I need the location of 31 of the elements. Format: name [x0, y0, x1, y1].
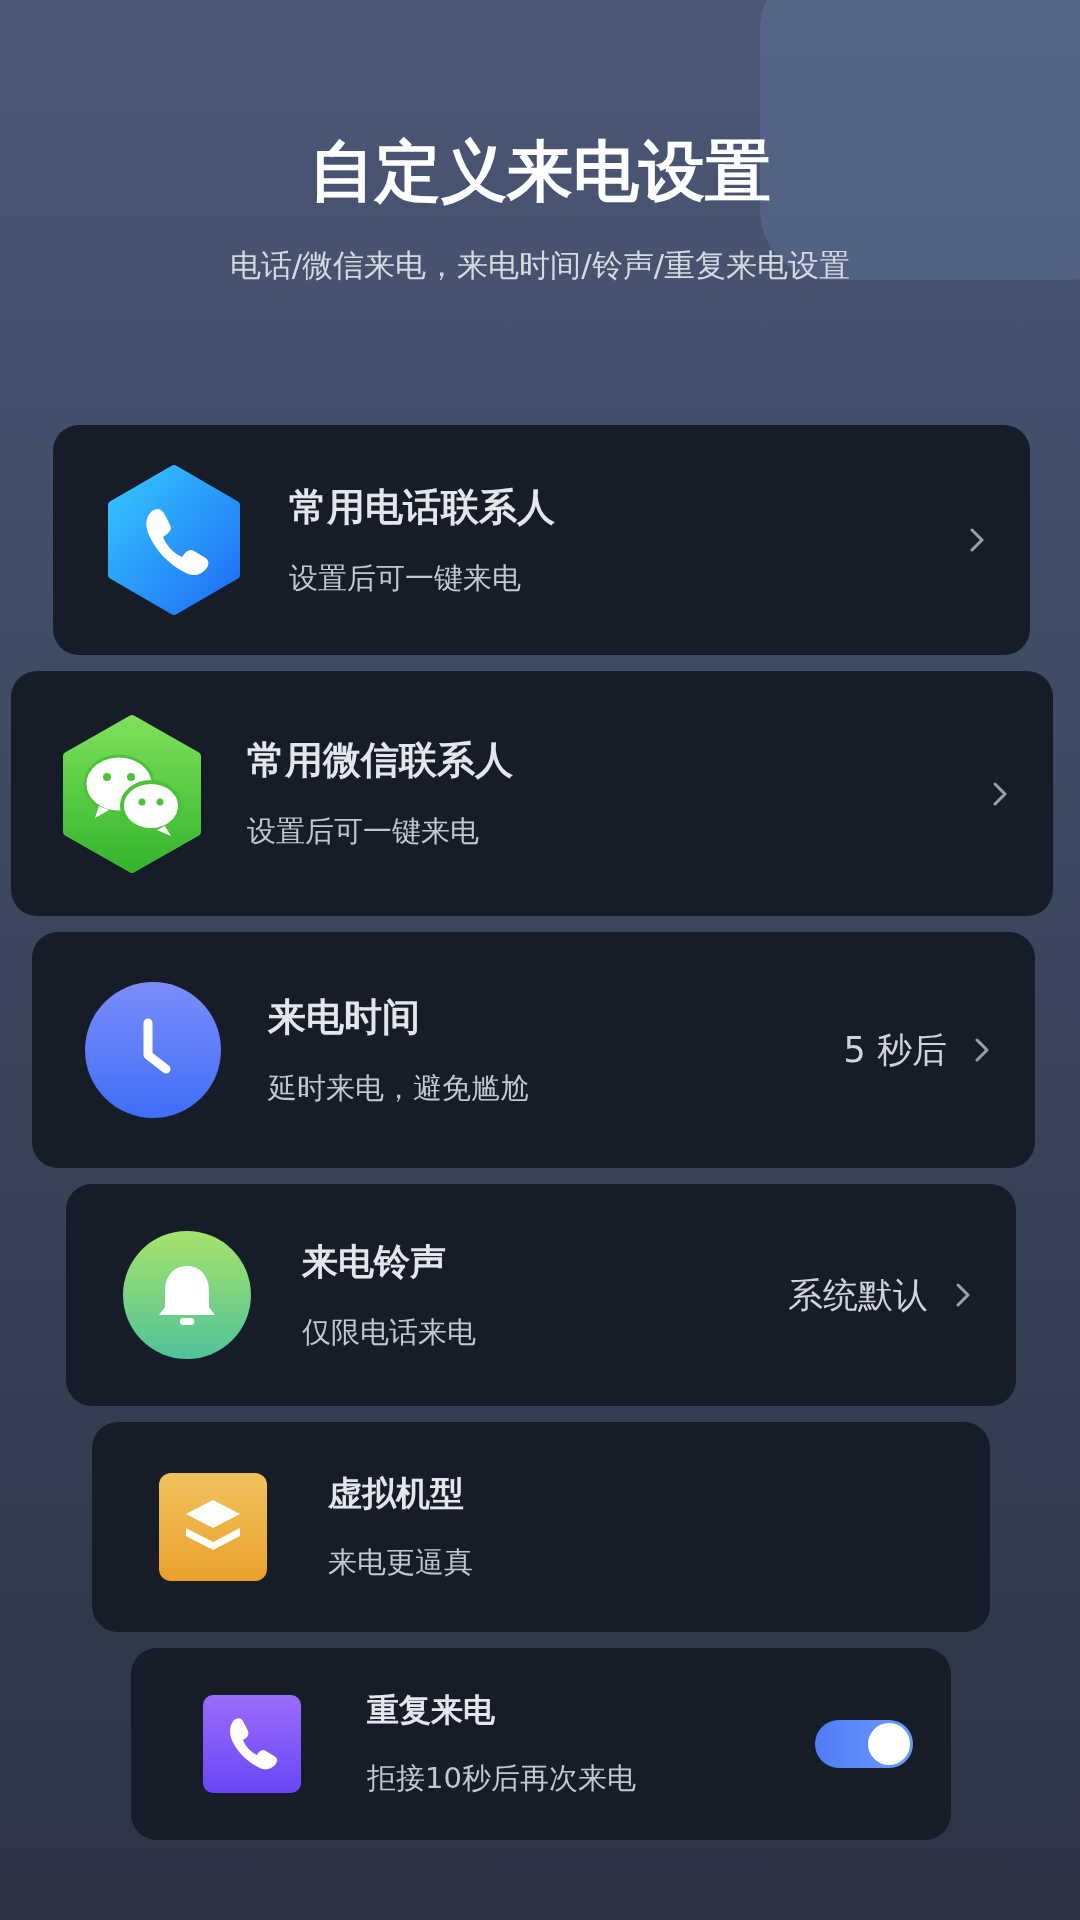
chevron-icon: [993, 781, 1007, 806]
page-subtitle: 电话/微信来电，来电时间/铃声/重复来电设置: [228, 246, 852, 286]
item-title: 常用微信联系人: [247, 737, 514, 785]
item-title: 虚拟机型: [328, 1472, 465, 1516]
item-value: 5 秒后: [843, 1028, 947, 1072]
toggle-switch[interactable]: [815, 1720, 913, 1769]
bell-icon: [122, 1230, 252, 1361]
settings-card[interactable]: 常用微信联系人 设置后可一键来电: [11, 671, 1053, 917]
clock-icon: [84, 981, 222, 1120]
item-subtitle: 设置后可一键来电: [289, 559, 522, 597]
item-title: 常用电话联系人: [289, 483, 556, 531]
item-subtitle: 设置后可一键来电: [247, 813, 480, 851]
item-subtitle: 延时来电，避免尴尬: [268, 1069, 530, 1107]
settings-card[interactable]: 虚拟机型 来电更逼真: [92, 1422, 990, 1633]
item-title: 来电时间: [268, 993, 421, 1041]
layers-icon: [158, 1472, 268, 1583]
item-value: 系统默认: [788, 1273, 928, 1317]
chevron-icon: [975, 1038, 989, 1063]
phone-icon: [202, 1694, 302, 1795]
item-subtitle: 来电更逼真: [328, 1544, 474, 1582]
chevron-icon: [956, 1283, 970, 1308]
settings-card[interactable]: 来电铃声 仅限电话来电 系统默认: [66, 1184, 1016, 1407]
settings-card[interactable]: 重复来电 拒接10秒后再次来电: [131, 1648, 951, 1841]
chevron-icon: [970, 528, 984, 553]
settings-card[interactable]: 常用电话联系人 设置后可一键来电: [53, 425, 1030, 656]
item-title: 重复来电: [367, 1690, 496, 1732]
item-subtitle: 拒接10秒后再次来电: [367, 1760, 637, 1798]
page-title: 自定义来电设置: [308, 132, 772, 212]
item-subtitle: 仅限电话来电: [302, 1313, 477, 1351]
settings-card[interactable]: 来电时间 延时来电，避免尴尬 5 秒后: [32, 932, 1035, 1169]
item-title: 来电铃声: [302, 1239, 447, 1284]
